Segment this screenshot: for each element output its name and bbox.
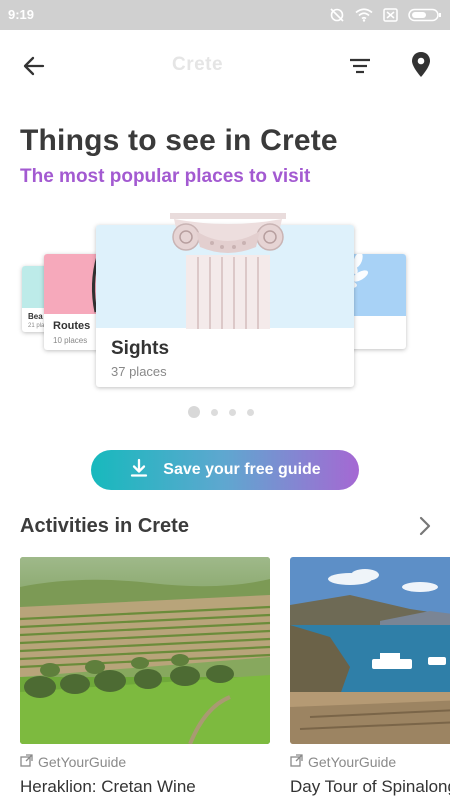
- location-pin-icon[interactable]: [407, 50, 435, 80]
- external-link-icon: [20, 754, 33, 770]
- status-icons: [329, 7, 442, 23]
- category-card-sights[interactable]: Sights 37 places: [96, 213, 354, 387]
- carousel-pagination: [188, 406, 254, 418]
- category-count: 37 places: [111, 364, 167, 379]
- activity-provider: GetYourGuide: [290, 754, 396, 770]
- activity-card-wine[interactable]: GetYourGuide Heraklion: Cretan Wine: [20, 557, 270, 800]
- carousel-dot[interactable]: [188, 406, 200, 418]
- activities-heading: Activities in Crete: [20, 515, 189, 537]
- provider-name: GetYourGuide: [38, 754, 127, 770]
- category-count: 10 places: [53, 336, 88, 345]
- activity-title: Day Tour of Spinalonga: [290, 777, 450, 796]
- back-arrow-icon[interactable]: [20, 52, 48, 80]
- save-guide-button[interactable]: Save your free guide: [91, 450, 359, 490]
- filter-icon[interactable]: [346, 52, 374, 80]
- activity-card-spinalonga[interactable]: GetYourGuide Day Tour of Spinalonga: [290, 557, 450, 800]
- carousel-dot[interactable]: [229, 408, 236, 416]
- app-bar: Crete: [0, 30, 450, 100]
- provider-name: GetYourGuide: [308, 754, 397, 770]
- carousel-dot[interactable]: [211, 408, 218, 416]
- carousel-dot[interactable]: [247, 408, 254, 416]
- save-guide-label: Save your free guide: [163, 461, 321, 478]
- download-icon: [129, 458, 149, 483]
- category-count: 21 pla: [28, 323, 45, 329]
- app-bar-title: Crete: [172, 54, 224, 75]
- ionic-column-icon: [170, 213, 286, 329]
- activity-provider: GetYourGuide: [20, 754, 126, 770]
- sim-icon: [383, 8, 398, 22]
- activity-photo: [20, 557, 270, 744]
- activity-photo: [290, 557, 450, 744]
- page-subtitle: The most popular places to visit: [20, 166, 311, 187]
- wifi-icon: [355, 8, 373, 22]
- activity-title: Heraklion: Cretan Wine: [20, 777, 196, 796]
- status-time: 9:19: [8, 7, 35, 22]
- category-name: Routes: [53, 320, 91, 332]
- alarm-off-icon: [329, 7, 345, 23]
- status-bar: 9:19: [0, 0, 450, 30]
- external-link-icon: [290, 754, 303, 770]
- chevron-right-icon[interactable]: [415, 515, 435, 537]
- category-name: Sights: [111, 338, 170, 359]
- battery-icon: [408, 8, 442, 22]
- page-title: Things to see in Crete: [20, 124, 338, 157]
- category-name: Bea: [28, 312, 43, 321]
